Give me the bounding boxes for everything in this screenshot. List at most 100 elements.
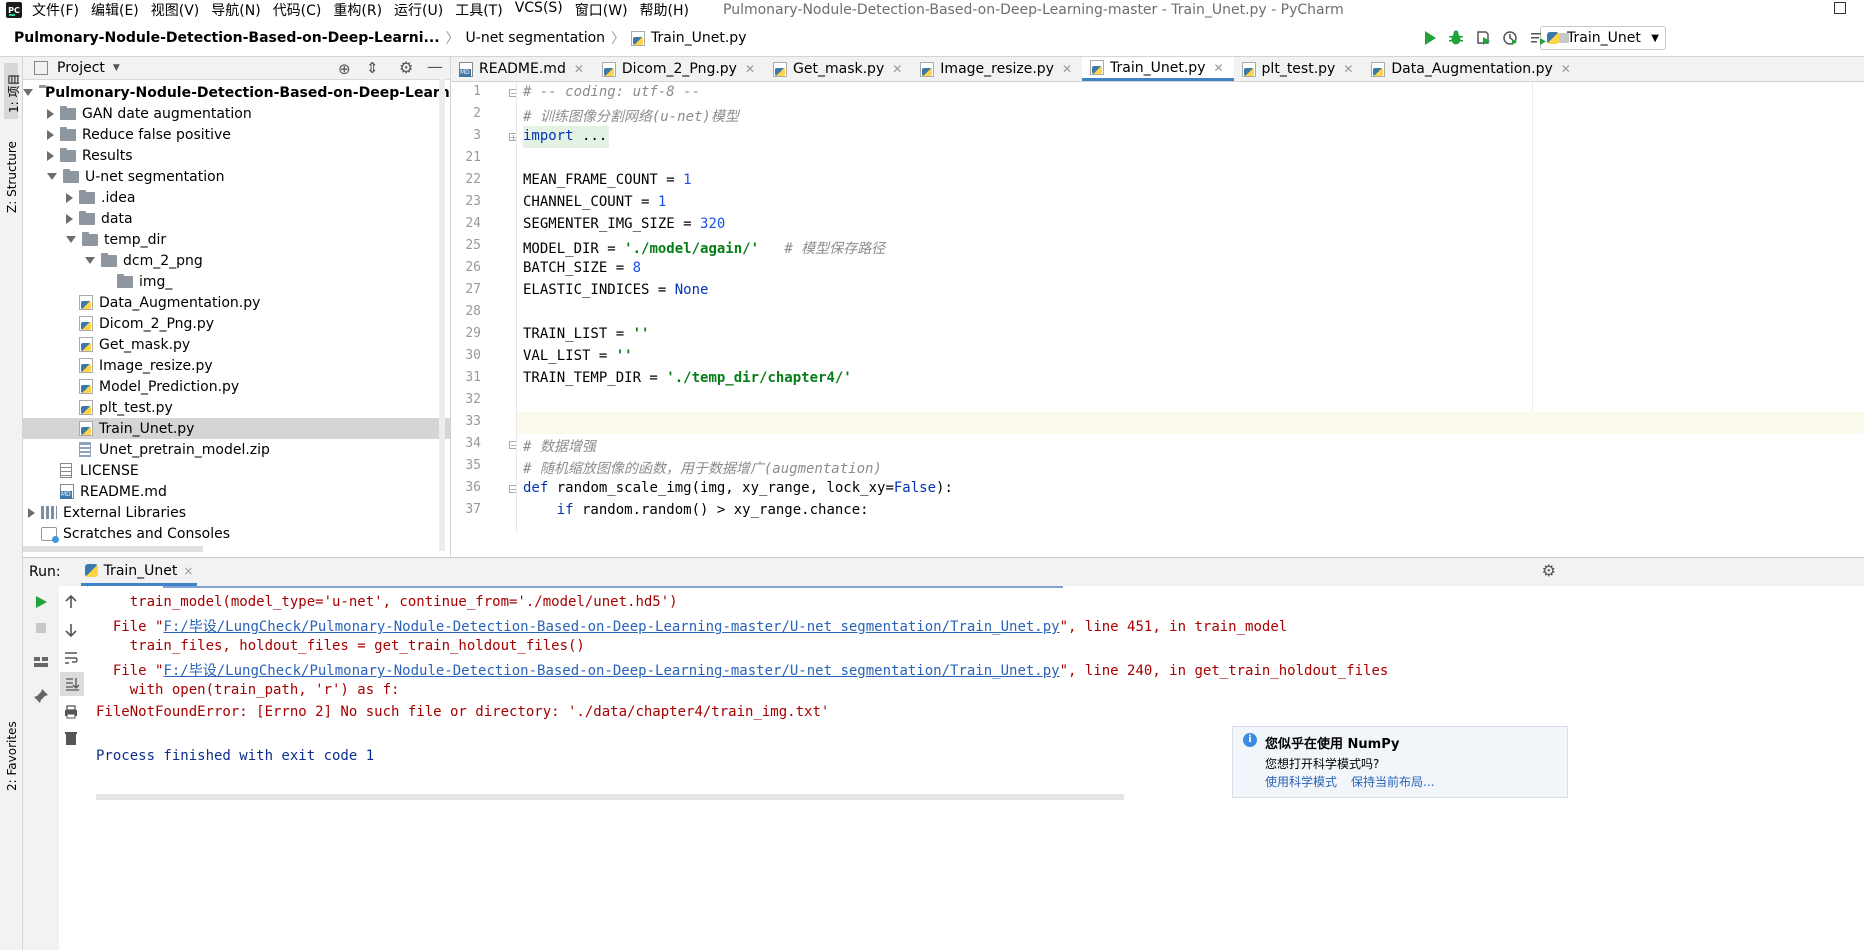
project-panel-title[interactable]: Project bbox=[57, 60, 105, 76]
breadcrumb-project[interactable]: Pulmonary-Nodule-Detection-Based-on-Deep… bbox=[0, 30, 440, 46]
editor-tab[interactable]: Dicom_2_Png.py ✕ bbox=[594, 57, 765, 81]
menu-item[interactable]: 代码(C) bbox=[273, 0, 322, 20]
editor-tab[interactable]: Data_Augmentation.py ✕ bbox=[1363, 57, 1580, 81]
tree-item[interactable]: External Libraries bbox=[23, 502, 450, 523]
collapsed-arrow-icon[interactable] bbox=[47, 108, 54, 119]
window-restore-icon[interactable] bbox=[1834, 2, 1846, 14]
layout-icon[interactable] bbox=[33, 654, 49, 670]
menu-item[interactable]: 帮助(H) bbox=[640, 0, 689, 20]
breadcrumb-file-item[interactable]: Train_Unet.py bbox=[631, 30, 746, 46]
expanded-arrow-icon[interactable] bbox=[66, 236, 76, 243]
tree-item[interactable]: Pulmonary-Nodule-Detection-Based-on-Deep… bbox=[23, 82, 504, 103]
keep-current-layout-link[interactable]: 保持当前布局... bbox=[1351, 773, 1434, 790]
tree-item[interactable]: GAN date augmentation bbox=[23, 103, 450, 124]
project-tool-button[interactable]: 1: 项目 bbox=[4, 63, 21, 119]
chevron-down-icon[interactable]: ▼ bbox=[113, 63, 120, 73]
structure-tool-button[interactable]: Z: Structure bbox=[4, 133, 19, 215]
tree-item[interactable]: README.md bbox=[23, 481, 450, 502]
tree-item[interactable]: plt_test.py bbox=[23, 397, 450, 418]
collapsed-arrow-icon[interactable] bbox=[66, 213, 73, 224]
tree-item[interactable]: U-net segmentation bbox=[23, 166, 450, 187]
debug-icon[interactable] bbox=[1448, 30, 1464, 46]
close-icon[interactable]: ✕ bbox=[1213, 61, 1223, 75]
tree-item[interactable]: data bbox=[23, 208, 450, 229]
editor-tab[interactable]: Get_mask.py ✕ bbox=[765, 57, 912, 81]
stop-icon[interactable] bbox=[1556, 30, 1572, 46]
expanded-arrow-icon[interactable] bbox=[85, 257, 95, 264]
trash-icon[interactable] bbox=[63, 730, 79, 746]
tree-item[interactable]: Unet_pretrain_model.zip bbox=[23, 439, 450, 460]
menu-item[interactable]: 工具(T) bbox=[455, 0, 502, 20]
collapsed-arrow-icon[interactable] bbox=[28, 507, 35, 518]
tree-item[interactable]: temp_dir bbox=[23, 229, 450, 250]
close-icon[interactable]: ✕ bbox=[1343, 62, 1353, 76]
source-file-link[interactable]: F:/毕设/LungCheck/Pulmonary-Nodule-Detecti… bbox=[163, 663, 1059, 679]
tree-item[interactable]: LICENSE bbox=[23, 460, 450, 481]
editor-tab[interactable]: Train_Unet.py ✕ bbox=[1082, 57, 1234, 81]
gear-icon[interactable]: ⚙ bbox=[1542, 561, 1556, 580]
breadcrumb-folder[interactable]: U-net segmentation bbox=[466, 30, 606, 46]
console-horizontal-scrollbar[interactable] bbox=[96, 794, 1124, 800]
menu-item[interactable]: 重构(R) bbox=[333, 0, 382, 20]
menu-item[interactable]: 文件(F) bbox=[32, 0, 79, 20]
close-icon[interactable]: × bbox=[183, 564, 193, 578]
locate-file-icon[interactable]: ⊕ bbox=[338, 60, 351, 78]
numpy-notification: i 您似乎在使用 NumPy 您想打开科学模式吗? 使用科学模式 保持当前布局.… bbox=[1232, 726, 1568, 798]
close-icon[interactable]: ✕ bbox=[745, 62, 755, 76]
tree-item[interactable]: Dicom_2_Png.py bbox=[23, 313, 450, 334]
tree-item[interactable]: Data_Augmentation.py bbox=[23, 292, 450, 313]
pin-icon[interactable] bbox=[33, 688, 49, 704]
tree-item[interactable]: .idea bbox=[23, 187, 450, 208]
tree-item[interactable]: Reduce false positive bbox=[23, 124, 450, 145]
tree-item[interactable]: Results bbox=[23, 145, 450, 166]
horizontal-scrollbar[interactable] bbox=[23, 546, 203, 552]
expanded-arrow-icon[interactable] bbox=[47, 173, 57, 180]
collapse-all-icon[interactable]: ⇕ bbox=[366, 59, 379, 77]
favorites-tool-button[interactable]: 2: Favorites bbox=[4, 715, 19, 797]
tree-item[interactable]: dcm_2_png bbox=[23, 250, 450, 271]
print-icon[interactable] bbox=[63, 704, 79, 720]
vertical-scrollbar[interactable] bbox=[439, 79, 445, 551]
run-icon[interactable] bbox=[1422, 30, 1438, 46]
arrow-down-icon[interactable] bbox=[63, 622, 79, 638]
tree-item[interactable]: Get_mask.py bbox=[23, 334, 450, 355]
collapsed-arrow-icon[interactable] bbox=[47, 129, 54, 140]
close-icon[interactable]: ✕ bbox=[1561, 62, 1571, 76]
menu-item[interactable]: 视图(V) bbox=[151, 0, 200, 20]
tree-item[interactable]: Model_Prediction.py bbox=[23, 376, 450, 397]
enable-scientific-mode-link[interactable]: 使用科学模式 bbox=[1265, 773, 1337, 790]
run-concurrency-icon[interactable] bbox=[1530, 30, 1546, 46]
code-editor[interactable]: 1 2 3 21 22 23 24 25 26 27 28 29 30 31 32 33 34 35 36 37− + −… bbox=[451, 82, 1864, 532]
collapsed-arrow-icon[interactable] bbox=[66, 192, 73, 203]
arrow-up-icon[interactable] bbox=[63, 594, 79, 610]
run-console-output[interactable]: train_model(model_type='u-net', continue… bbox=[88, 586, 1864, 950]
scroll-to-end-button[interactable] bbox=[60, 672, 84, 696]
soft-wrap-icon[interactable] bbox=[63, 650, 79, 666]
close-icon[interactable]: ✕ bbox=[892, 62, 902, 76]
tree-item[interactable]: Image_resize.py bbox=[23, 355, 450, 376]
collapsed-arrow-icon[interactable] bbox=[47, 150, 54, 161]
profile-icon[interactable] bbox=[1502, 30, 1518, 46]
tree-item[interactable]: Scratches and Consoles bbox=[23, 523, 450, 544]
editor-tab[interactable]: Image_resize.py ✕ bbox=[912, 57, 1082, 81]
tree-item[interactable]: Train_Unet.py bbox=[23, 418, 450, 439]
run-tab-train-unet[interactable]: Train_Unet × bbox=[80, 558, 198, 586]
minimize-icon[interactable]: — bbox=[427, 57, 443, 76]
console-text: ", line 451, in train_model bbox=[1059, 619, 1288, 635]
editor-tab[interactable]: README.md ✕ bbox=[451, 57, 594, 81]
close-icon[interactable]: ✕ bbox=[574, 62, 584, 76]
menu-item[interactable]: 运行(U) bbox=[394, 0, 443, 20]
menu-item[interactable]: VCS(S) bbox=[515, 0, 563, 20]
gear-icon[interactable]: ⚙ bbox=[399, 58, 413, 77]
menu-item[interactable]: 编辑(E) bbox=[91, 0, 139, 20]
stop-icon[interactable] bbox=[33, 620, 49, 636]
menu-item[interactable]: 窗口(W) bbox=[575, 0, 628, 20]
tree-item[interactable]: img_ bbox=[23, 271, 450, 292]
run-with-coverage-icon[interactable] bbox=[1475, 30, 1491, 46]
close-icon[interactable]: ✕ bbox=[1062, 62, 1072, 76]
menu-item[interactable]: 导航(N) bbox=[211, 0, 260, 20]
source-file-link[interactable]: F:/毕设/LungCheck/Pulmonary-Nodule-Detecti… bbox=[163, 619, 1059, 635]
expanded-arrow-icon[interactable] bbox=[23, 89, 33, 96]
rerun-icon[interactable] bbox=[33, 594, 49, 610]
editor-tab[interactable]: plt_test.py ✕ bbox=[1234, 57, 1364, 81]
